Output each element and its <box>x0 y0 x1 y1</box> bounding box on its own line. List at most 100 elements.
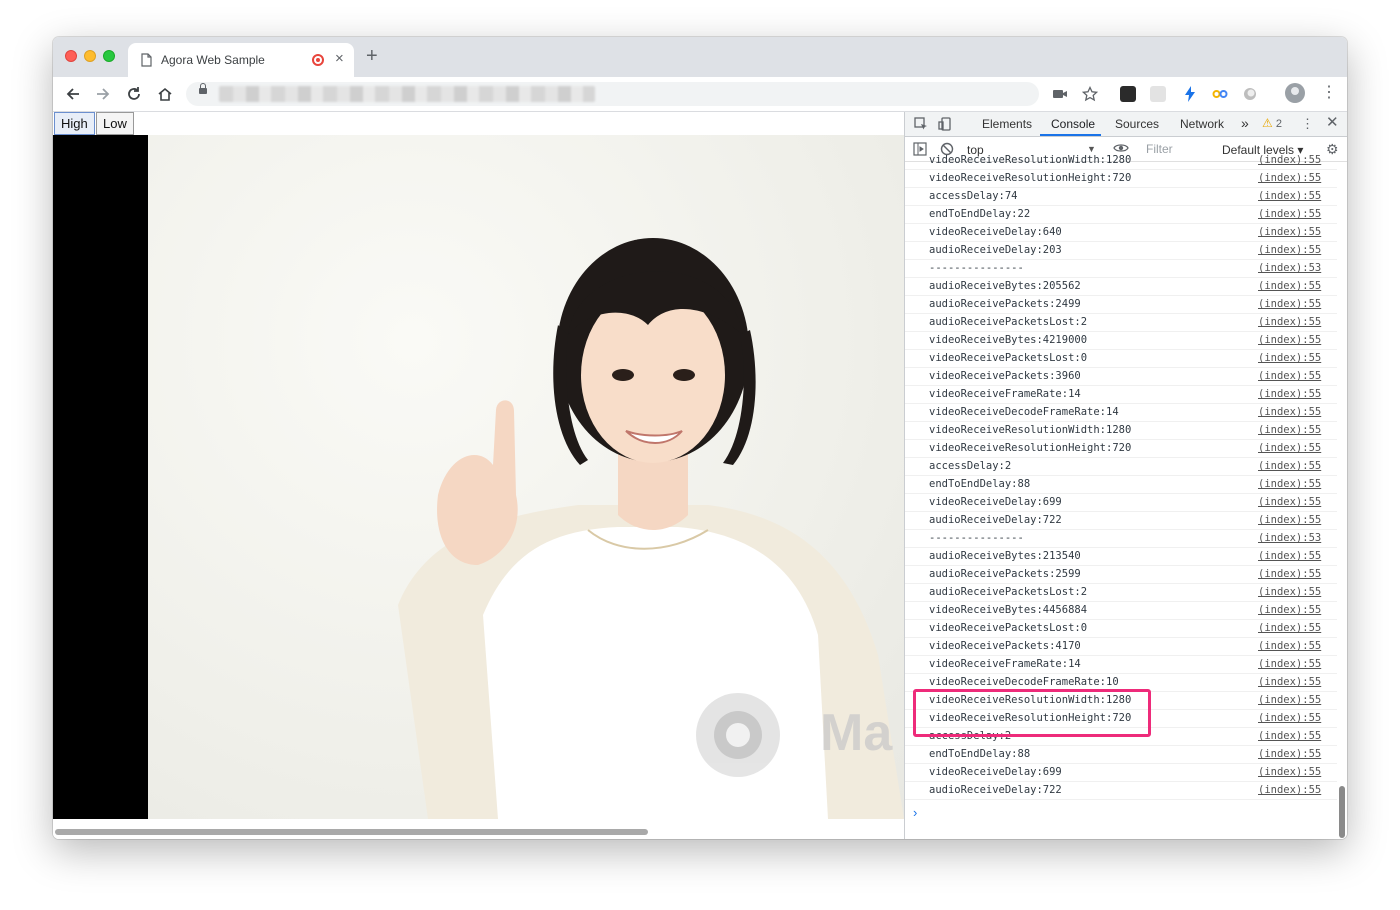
high-quality-button[interactable]: High <box>54 112 95 135</box>
console-message: videoReceiveDelay:699 (index):55 <box>905 494 1337 512</box>
address-bar[interactable] <box>186 82 1039 106</box>
tab-console[interactable]: Console <box>1051 117 1095 131</box>
console-source-link[interactable]: (index):55 <box>1258 658 1321 670</box>
console-source-link[interactable]: (index):55 <box>1258 676 1321 688</box>
extension-glasses-icon[interactable] <box>1120 86 1136 102</box>
console-source-link[interactable]: (index):55 <box>1258 460 1321 472</box>
close-window-button[interactable] <box>65 50 77 62</box>
star-icon[interactable] <box>1079 83 1101 105</box>
console-source-link[interactable]: (index):55 <box>1258 604 1321 616</box>
console-message-text: audioReceiveDelay:722 <box>929 784 1062 796</box>
extension-bolt-icon[interactable] <box>1179 83 1201 105</box>
zoom-window-button[interactable] <box>103 50 115 62</box>
console-source-link[interactable]: (index):55 <box>1258 514 1321 526</box>
browser-menu-icon[interactable]: ⋮ <box>1321 85 1337 101</box>
console-message: videoReceivePackets:3960 (index):55 <box>905 368 1337 386</box>
extension-infinity-icon[interactable] <box>1209 83 1231 105</box>
camera-icon[interactable] <box>1049 83 1071 105</box>
console-source-link[interactable]: (index):55 <box>1258 640 1321 652</box>
tab-elements[interactable]: Elements <box>982 117 1032 131</box>
console-message: endToEndDelay:22 (index):55 <box>905 206 1337 224</box>
console-log[interactable]: videoReceiveResolutionWidth:1280 (index):… <box>905 152 1337 802</box>
low-quality-button[interactable]: Low <box>96 112 134 135</box>
tab-title: Agora Web Sample <box>161 53 265 67</box>
console-source-link[interactable]: (index):55 <box>1258 154 1321 166</box>
console-source-link[interactable]: (index):55 <box>1258 496 1321 508</box>
console-source-link[interactable]: (index):55 <box>1258 424 1321 436</box>
web-page: High Low Ma <box>53 112 904 839</box>
console-message-text: videoReceivePackets:3960 <box>929 370 1081 382</box>
horizontal-scrollbar-thumb[interactable] <box>55 829 648 835</box>
tab-network[interactable]: Network <box>1180 117 1224 131</box>
console-scrollbar-thumb[interactable] <box>1339 786 1345 838</box>
console-message-text: accessDelay:74 <box>929 190 1018 202</box>
warnings-count: 2 <box>1275 118 1282 130</box>
console-source-link[interactable]: (index):55 <box>1258 352 1321 364</box>
new-tab-button[interactable]: + <box>366 46 378 66</box>
inspect-element-icon[interactable] <box>914 117 928 134</box>
console-source-link[interactable]: (index):55 <box>1258 190 1321 202</box>
console-source-link[interactable]: (index):53 <box>1258 262 1321 274</box>
tab-close-icon[interactable]: × <box>335 50 344 67</box>
console-message: videoReceiveResolutionHeight:720 (index):… <box>905 440 1337 458</box>
console-message: videoReceiveBytes:4219000 (index):55 <box>905 332 1337 350</box>
console-source-link[interactable]: (index):55 <box>1258 766 1321 778</box>
console-source-link[interactable]: (index):55 <box>1258 334 1321 346</box>
extension-circle-icon[interactable] <box>1239 83 1261 105</box>
console-message: videoReceiveDelay:699 (index):55 <box>905 764 1337 782</box>
console-message: accessDelay:2 (index):55 <box>905 458 1337 476</box>
console-source-link[interactable]: (index):55 <box>1258 388 1321 400</box>
console-message: accessDelay:2 (index):55 <box>905 728 1337 746</box>
browser-tab[interactable]: Agora Web Sample × <box>128 43 354 77</box>
home-icon[interactable] <box>154 83 176 105</box>
console-message-text: endToEndDelay:88 <box>929 478 1031 490</box>
console-source-link[interactable]: (index):55 <box>1258 730 1321 742</box>
console-prompt[interactable]: › <box>913 805 917 820</box>
more-tabs-icon[interactable]: » <box>1241 115 1249 131</box>
console-source-link[interactable]: (index):55 <box>1258 370 1321 382</box>
forward-icon[interactable] <box>92 83 114 105</box>
console-source-link[interactable]: (index):55 <box>1258 550 1321 562</box>
devtools-tab-bar: Elements Console Sources Network » ⚠ 2 ⋮… <box>905 112 1347 137</box>
console-source-link[interactable]: (index):55 <box>1258 694 1321 706</box>
console-source-link[interactable]: (index):55 <box>1258 748 1321 760</box>
console-source-link[interactable]: (index):55 <box>1258 298 1321 310</box>
console-source-link[interactable]: (index):55 <box>1258 208 1321 220</box>
console-source-link[interactable]: (index):55 <box>1258 442 1321 454</box>
console-source-link[interactable]: (index):55 <box>1258 406 1321 418</box>
extension-cloud-icon[interactable] <box>1150 86 1166 102</box>
console-message-text: endToEndDelay:88 <box>929 748 1031 760</box>
console-source-link[interactable]: (index):55 <box>1258 280 1321 292</box>
console-source-link[interactable]: (index):55 <box>1258 478 1321 490</box>
console-source-link[interactable]: (index):55 <box>1258 568 1321 580</box>
console-message: videoReceiveResolutionWidth:1280 (index):… <box>905 152 1337 170</box>
console-message-text: videoReceiveDelay:699 <box>929 766 1062 778</box>
console-source-link[interactable]: (index):55 <box>1258 586 1321 598</box>
console-source-link[interactable]: (index):55 <box>1258 226 1321 238</box>
warnings-badge[interactable]: ⚠ 2 <box>1262 116 1282 130</box>
console-message-text: accessDelay:2 <box>929 460 1012 472</box>
active-tab-indicator <box>1040 134 1101 136</box>
console-source-link[interactable]: (index):53 <box>1258 532 1321 544</box>
reload-icon[interactable] <box>123 83 145 105</box>
console-message-text: audioReceiveBytes:213540 <box>929 550 1081 562</box>
console-source-link[interactable]: (index):55 <box>1258 712 1321 724</box>
console-source-link[interactable]: (index):55 <box>1258 622 1321 634</box>
profile-avatar[interactable] <box>1285 83 1305 103</box>
console-message: videoReceiveBytes:4456884 (index):55 <box>905 602 1337 620</box>
console-message: audioReceiveBytes:213540 (index):55 <box>905 548 1337 566</box>
console-source-link[interactable]: (index):55 <box>1258 172 1321 184</box>
console-source-link[interactable]: (index):55 <box>1258 244 1321 256</box>
device-toolbar-icon[interactable] <box>938 117 952 134</box>
console-message-text: videoReceiveDecodeFrameRate:10 <box>929 676 1119 688</box>
devtools-menu-icon[interactable]: ⋮ <box>1301 117 1314 131</box>
minimize-window-button[interactable] <box>84 50 96 62</box>
console-source-link[interactable]: (index):55 <box>1258 316 1321 328</box>
back-icon[interactable] <box>62 83 84 105</box>
horizontal-scrollbar[interactable] <box>53 824 904 839</box>
console-source-link[interactable]: (index):55 <box>1258 784 1321 796</box>
close-devtools-icon[interactable]: ✕ <box>1326 115 1339 130</box>
console-message: audioReceiveDelay:203 (index):55 <box>905 242 1337 260</box>
console-message-text: videoReceiveDelay:699 <box>929 496 1062 508</box>
tab-sources[interactable]: Sources <box>1115 117 1159 131</box>
